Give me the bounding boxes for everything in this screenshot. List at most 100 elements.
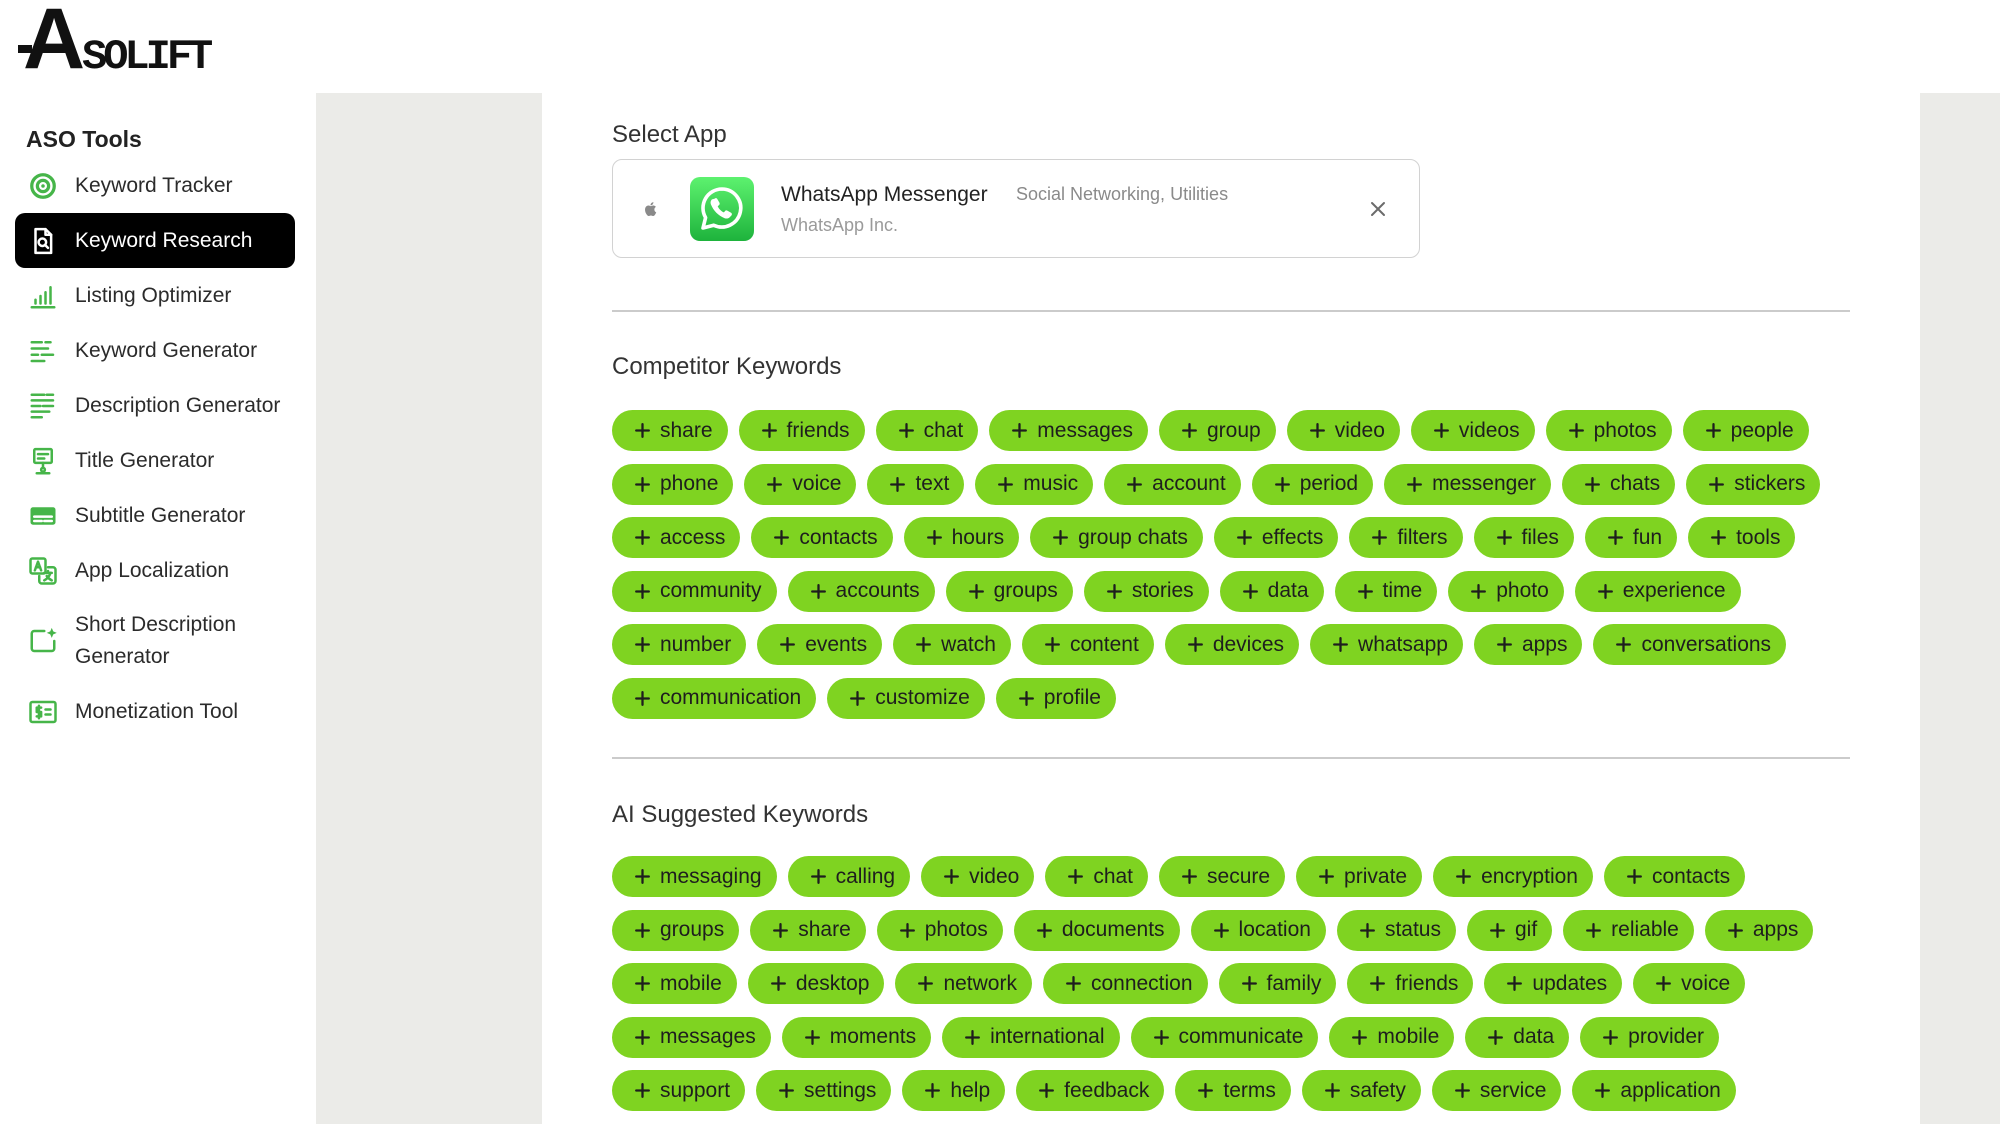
add-keyword-chip[interactable]: voice <box>744 463 857 505</box>
sidebar-item-monetization-tool[interactable]: Monetization Tool <box>15 684 295 739</box>
add-keyword-chip[interactable]: time <box>1334 570 1438 612</box>
add-keyword-chip[interactable]: conversations <box>1593 624 1787 665</box>
add-keyword-chip[interactable]: chats <box>1561 463 1676 505</box>
add-keyword-chip[interactable]: messaging <box>612 856 777 897</box>
add-keyword-chip[interactable]: profile <box>995 677 1116 719</box>
add-keyword-chip[interactable]: tools <box>1688 517 1796 558</box>
add-keyword-chip[interactable]: watch <box>893 624 1011 665</box>
add-keyword-chip[interactable]: messages <box>612 1016 771 1058</box>
add-keyword-chip[interactable]: music <box>975 463 1094 505</box>
section-divider <box>612 757 1850 759</box>
add-keyword-chip[interactable]: phone <box>612 463 734 505</box>
add-keyword-chip[interactable]: feedback <box>1016 1070 1165 1111</box>
add-keyword-chip[interactable]: provider <box>1580 1016 1720 1058</box>
add-keyword-chip[interactable]: moments <box>781 1016 932 1058</box>
add-keyword-chip[interactable]: video <box>1286 410 1400 451</box>
add-keyword-chip[interactable]: customize <box>827 677 985 719</box>
add-keyword-chip[interactable]: help <box>902 1070 1006 1111</box>
add-keyword-chip[interactable]: mobile <box>612 963 737 1004</box>
sidebar-item-keyword-tracker[interactable]: Keyword Tracker <box>15 158 295 213</box>
add-keyword-chip[interactable]: chat <box>875 410 979 451</box>
sidebar-item-app-localization[interactable]: App Localization <box>15 543 295 598</box>
add-keyword-chip[interactable]: communicate <box>1130 1016 1319 1058</box>
add-keyword-chip[interactable]: friends <box>738 410 865 451</box>
selected-app-card[interactable]: WhatsApp Messenger Social Networking, Ut… <box>612 159 1420 258</box>
add-keyword-chip[interactable]: group <box>1158 410 1276 451</box>
sidebar-item-subtitle-generator[interactable]: Subtitle Generator <box>15 488 295 543</box>
add-keyword-chip[interactable]: stories <box>1083 570 1209 612</box>
add-keyword-chip[interactable]: service <box>1431 1070 1562 1111</box>
sidebar-item-listing-optimizer[interactable]: Listing Optimizer <box>15 268 295 323</box>
add-keyword-chip[interactable]: hours <box>903 517 1020 558</box>
add-keyword-chip[interactable]: photo <box>1448 570 1564 612</box>
brand-logo[interactable]: ASOLIFT <box>18 0 228 87</box>
add-keyword-chip[interactable]: updates <box>1484 963 1623 1004</box>
add-keyword-chip[interactable]: chat <box>1045 856 1149 897</box>
add-keyword-chip[interactable]: account <box>1104 463 1241 505</box>
add-keyword-chip[interactable]: encryption <box>1433 856 1593 897</box>
add-keyword-chip[interactable]: share <box>750 909 866 951</box>
add-keyword-chip[interactable]: events <box>757 624 883 665</box>
add-keyword-chip[interactable]: fun <box>1584 517 1678 558</box>
add-keyword-chip[interactable]: share <box>612 410 728 451</box>
sidebar-item-keyword-research[interactable]: Keyword Research <box>15 213 295 268</box>
add-keyword-chip[interactable]: friends <box>1347 963 1474 1004</box>
add-keyword-chip[interactable]: groups <box>612 909 740 951</box>
add-keyword-chip[interactable]: messages <box>989 410 1148 451</box>
add-keyword-chip[interactable]: messenger <box>1384 463 1551 505</box>
add-keyword-chip[interactable]: devices <box>1164 624 1300 665</box>
add-keyword-chip[interactable]: photos <box>876 909 1003 951</box>
clear-app-button[interactable] <box>1367 198 1389 220</box>
add-keyword-chip[interactable]: private <box>1296 856 1423 897</box>
add-keyword-chip[interactable]: safety <box>1301 1070 1421 1111</box>
add-keyword-chip[interactable]: documents <box>1013 909 1180 951</box>
add-keyword-chip[interactable]: contacts <box>751 517 893 558</box>
add-keyword-chip[interactable]: connection <box>1042 963 1208 1004</box>
add-keyword-chip[interactable]: number <box>612 624 747 665</box>
add-keyword-chip[interactable]: filters <box>1349 517 1463 558</box>
add-keyword-chip[interactable]: calling <box>787 856 911 897</box>
add-keyword-chip[interactable]: photos <box>1545 410 1672 451</box>
sidebar-item-description-generator[interactable]: Description Generator <box>15 378 295 433</box>
sidebar-item-short-description-generator[interactable]: Short Description Generator <box>15 598 295 684</box>
add-keyword-chip[interactable]: desktop <box>747 963 885 1004</box>
add-keyword-chip[interactable]: access <box>612 517 741 558</box>
add-keyword-chip[interactable]: groups <box>945 570 1073 612</box>
add-keyword-chip[interactable]: content <box>1021 624 1154 665</box>
add-keyword-chip[interactable]: video <box>921 856 1035 897</box>
sidebar-item-keyword-generator[interactable]: Keyword Generator <box>15 323 295 378</box>
add-keyword-chip[interactable]: data <box>1465 1016 1570 1058</box>
add-keyword-chip[interactable]: stickers <box>1686 463 1821 505</box>
add-keyword-chip[interactable]: text <box>867 463 965 505</box>
add-keyword-chip[interactable]: apps <box>1704 909 1814 951</box>
sidebar-item-title-generator[interactable]: Title Generator <box>15 433 295 488</box>
add-keyword-chip[interactable]: support <box>612 1070 746 1111</box>
add-keyword-chip[interactable]: contacts <box>1603 856 1746 897</box>
add-keyword-chip[interactable]: voice <box>1633 963 1746 1004</box>
add-keyword-chip[interactable]: secure <box>1159 856 1286 897</box>
add-keyword-chip[interactable]: application <box>1572 1070 1736 1111</box>
add-keyword-chip[interactable]: mobile <box>1329 1016 1455 1058</box>
add-keyword-chip[interactable]: experience <box>1574 570 1741 612</box>
add-keyword-chip[interactable]: terms <box>1175 1070 1291 1111</box>
add-keyword-chip[interactable]: communication <box>612 677 817 719</box>
add-keyword-chip[interactable]: files <box>1473 517 1574 558</box>
add-keyword-chip[interactable]: apps <box>1473 624 1583 665</box>
add-keyword-chip[interactable]: location <box>1190 909 1326 951</box>
add-keyword-chip[interactable]: period <box>1251 463 1374 505</box>
add-keyword-chip[interactable]: status <box>1336 909 1456 951</box>
add-keyword-chip[interactable]: family <box>1218 963 1337 1004</box>
add-keyword-chip[interactable]: group chats <box>1030 517 1203 558</box>
add-keyword-chip[interactable]: effects <box>1213 517 1339 558</box>
add-keyword-chip[interactable]: accounts <box>787 570 935 612</box>
add-keyword-chip[interactable]: videos <box>1410 410 1535 451</box>
add-keyword-chip[interactable]: international <box>942 1016 1120 1058</box>
add-keyword-chip[interactable]: gif <box>1466 909 1553 951</box>
add-keyword-chip[interactable]: network <box>895 963 1032 1004</box>
add-keyword-chip[interactable]: community <box>612 570 777 612</box>
add-keyword-chip[interactable]: data <box>1219 570 1324 612</box>
add-keyword-chip[interactable]: people <box>1682 410 1809 451</box>
add-keyword-chip[interactable]: settings <box>756 1070 892 1111</box>
add-keyword-chip[interactable]: reliable <box>1563 909 1694 951</box>
add-keyword-chip[interactable]: whatsapp <box>1310 624 1463 665</box>
